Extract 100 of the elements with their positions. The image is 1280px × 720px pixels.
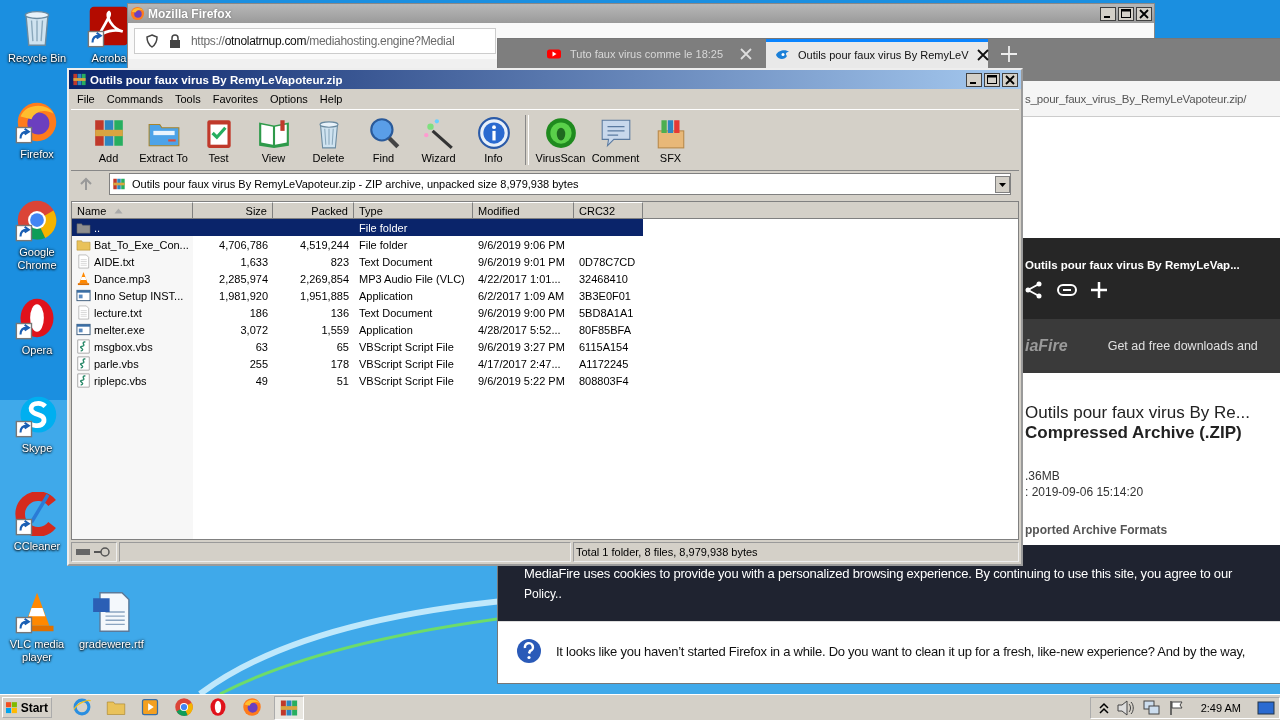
table-cell: 1,559 [321, 323, 349, 336]
toolbar-button[interactable]: VirusScan [533, 116, 588, 164]
application-icon [76, 288, 91, 303]
maximize-icon[interactable] [1118, 6, 1134, 21]
browser-icon[interactable] [15, 198, 59, 242]
text-file-icon [76, 305, 91, 320]
table-cell: VBScript Script File [359, 374, 454, 387]
table-cell: 3,072 [240, 323, 268, 336]
taskbar-button[interactable] [240, 695, 264, 718]
column-header[interactable]: CRC32 [574, 202, 643, 219]
network-icon[interactable] [1142, 699, 1161, 716]
file-row[interactable]: melter.exe 3,072 1,559 Application 4/28/2017 5:52... 80F85BFA [72, 321, 643, 338]
clock[interactable]: 2:49 AM [1200, 701, 1241, 714]
show-desktop-icon[interactable] [1257, 699, 1275, 716]
file-row[interactable]: Bat_To_Exe_Con... 4,706,786 4,519,244 File folder 9/6/2019 9:06 PM [72, 236, 643, 253]
column-header[interactable]: Packed [273, 202, 354, 219]
file-name: Bat_To_Exe_Con... [94, 238, 189, 251]
dropdown-icon[interactable] [995, 175, 1010, 193]
taskbar-button[interactable] [172, 695, 196, 718]
menu-item[interactable]: Tools [169, 93, 207, 105]
browser-icon[interactable] [15, 100, 59, 144]
file-name: AIDE.txt [94, 255, 135, 268]
upload-date: : 2019-09-06 15:14:20 [1025, 485, 1145, 499]
file-name: Dance.mp3 [94, 272, 151, 285]
path-field[interactable]: Outils pour faux virus By RemyLeVapoteur.zip - ZIP archive, unpacked size 8,979,938 bytes [109, 173, 1011, 195]
minimize-icon[interactable] [1100, 6, 1116, 21]
traffic-cone-icon [76, 271, 91, 286]
toolbar-button[interactable]: Comment [588, 116, 643, 164]
table-cell: 186 [249, 306, 268, 319]
browser-tab[interactable]: Outils pour faux virus By RemyLeV [766, 39, 988, 68]
file-row[interactable]: riplepc.vbs 49 51 VBScript Script File 9/6/2019 5:22 PM 808803F4 [72, 372, 643, 389]
file-row[interactable]: AIDE.txt 1,633 823 Text Document 9/6/2019 9:01 PM 0D78C7CD [72, 253, 643, 270]
toolbar-button[interactable]: Wizard [411, 116, 466, 164]
toolbar-button[interactable]: Find [356, 116, 411, 164]
toolbar-button[interactable]: Test [191, 116, 246, 164]
browser-icon [242, 696, 262, 717]
file-name: lecture.txt [94, 306, 142, 319]
add-icon[interactable] [1091, 281, 1107, 298]
browser-icon [130, 6, 145, 21]
column-header[interactable]: Type [354, 202, 473, 219]
toolbar-button[interactable]: View [246, 116, 301, 164]
file-name: parle.vbs [94, 357, 139, 370]
file-size: .36MB [1025, 469, 1061, 483]
column-header[interactable]: Name [72, 202, 193, 219]
file-row[interactable]: parle.vbs 255 178 VBScript Script File 4/17/2017 2:47... A1172245 [72, 355, 643, 372]
toolbar-button[interactable]: SFX [643, 116, 698, 164]
file-row[interactable]: Inno Setup INST... 1,981,920 1,951,885 Application 6/2/2017 1:09 AM 3B3E0F01 [72, 287, 643, 304]
table-cell: 63 [255, 340, 268, 353]
toolbar-button[interactable]: Add [81, 116, 136, 164]
speaker-icon[interactable] [1116, 699, 1135, 716]
table-cell: 4/22/2017 1:01... [478, 272, 561, 285]
new-tab-icon[interactable] [1000, 45, 1018, 63]
toolbar-button[interactable]: Info [466, 116, 521, 164]
archive-icon [72, 72, 87, 87]
file-row[interactable]: msgbox.vbs 63 65 VBScript Script File 9/6/2019 3:27 PM 6115A154 [72, 338, 643, 355]
url-text[interactable]: s_pour_faux_virus_By_RemyLeVapoteur.zip/ [1025, 92, 1247, 105]
menu-item[interactable]: Favorites [206, 93, 264, 105]
bug-scan-icon [543, 116, 578, 150]
taskbar-button[interactable] [274, 695, 304, 720]
chevron-up-icon[interactable] [1098, 701, 1109, 714]
column-header[interactable]: Modified [473, 202, 574, 219]
close-icon[interactable] [1136, 6, 1152, 21]
close-icon[interactable] [976, 49, 989, 61]
minimize-icon[interactable] [966, 72, 982, 87]
browser-icon [72, 696, 92, 717]
menu-item[interactable]: File [71, 93, 101, 105]
info-icon [476, 116, 511, 150]
chat-icon[interactable] [15, 394, 59, 438]
toolbar-button[interactable]: Delete [301, 116, 356, 164]
file-row[interactable]: .. File folder [72, 219, 643, 236]
share-icon[interactable] [1025, 280, 1043, 299]
table-cell: 6115A154 [579, 340, 629, 353]
menu-item[interactable]: Commands [100, 93, 169, 105]
file-row[interactable]: Dance.mp3 2,285,974 2,269,854 MP3 Audio File (VLC) 4/22/2017 1:01... 32468410 [72, 270, 643, 287]
table-cell: VBScript Script File [359, 357, 454, 370]
flag-icon[interactable] [1168, 699, 1185, 716]
text-file-icon [76, 254, 91, 269]
link-icon[interactable] [1057, 282, 1077, 297]
table-cell: 65 [336, 340, 349, 353]
policy-link[interactable]: Policy.. [524, 586, 1280, 601]
file-title: Outils pour faux virus By RemyLeVap... [1025, 258, 1241, 271]
archive-icon [112, 177, 126, 191]
table-cell: 178 [330, 357, 349, 370]
address-bar[interactable]: https://otnolatrnup.com/mediahosting.engine?MediaI [134, 28, 496, 54]
file-name: Outils pour faux virus By Re... [1025, 403, 1251, 423]
start-button[interactable]: Start [2, 697, 52, 718]
close-icon[interactable] [1002, 72, 1018, 87]
table-cell: 4,519,244 [300, 238, 349, 251]
table-cell: 51 [336, 374, 349, 387]
toolbar-button[interactable]: Extract To [136, 116, 191, 164]
table-cell: MP3 Audio File (VLC) [359, 272, 465, 285]
column-header[interactable]: Size [193, 202, 273, 219]
file-row[interactable]: lecture.txt 186 136 Text Document 9/6/2019 9:00 PM 5BD8A1A1 [72, 304, 643, 321]
menu-item[interactable]: Options [263, 93, 314, 105]
table-cell: 49 [255, 374, 268, 387]
maximize-icon[interactable] [984, 72, 1000, 87]
brand-logo: iaFire [1025, 337, 1068, 355]
key-icon [94, 547, 110, 557]
menu-item[interactable]: Help [313, 93, 349, 105]
table-cell: 4,706,786 [219, 238, 268, 251]
